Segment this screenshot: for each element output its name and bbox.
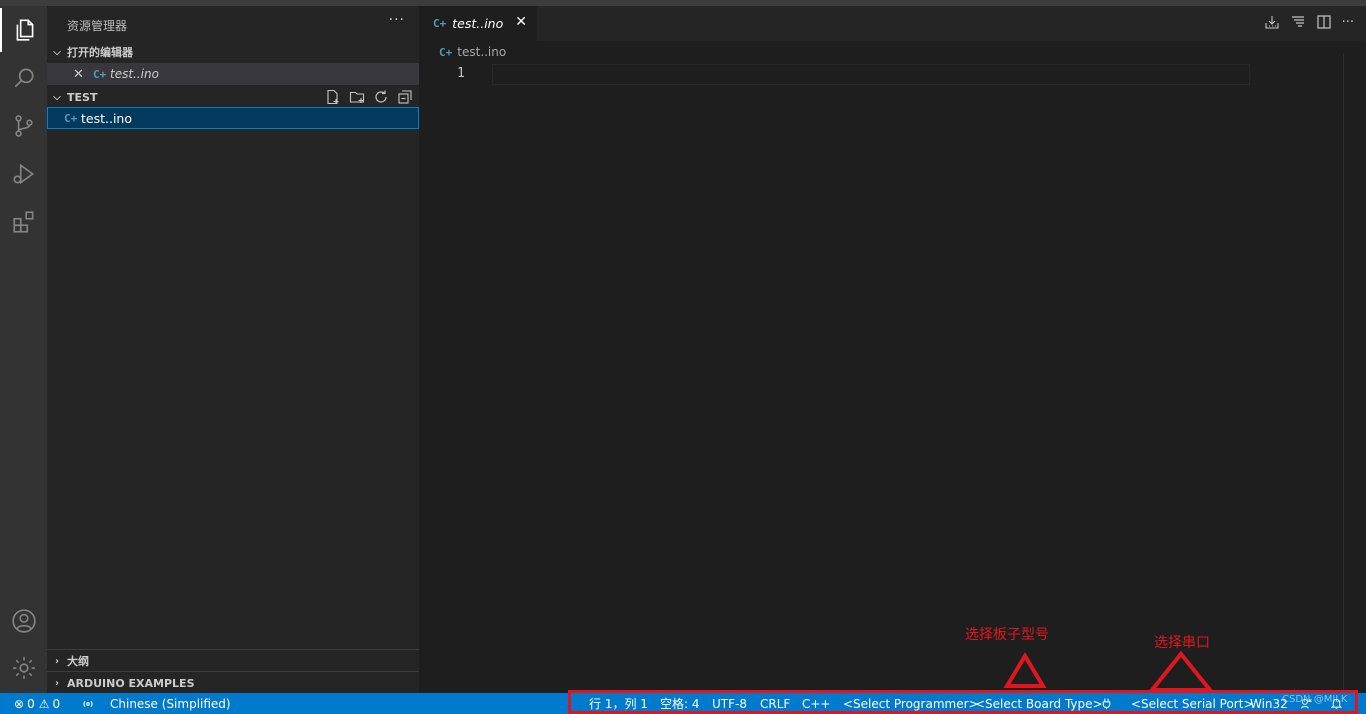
cpp-file-icon: C+ (93, 67, 107, 81)
open-editor-label: test..ino (110, 67, 159, 81)
arduino-examples-title: ARDUINO EXAMPLES (67, 676, 195, 690)
warning-count: 0 (52, 696, 61, 711)
workspace-title: TEST (67, 90, 98, 104)
language-mode[interactable]: C++ (802, 693, 831, 714)
broadcast-icon[interactable] (81, 693, 95, 714)
arduino-examples-header[interactable]: › ARDUINO EXAMPLES (47, 672, 419, 694)
vscode-window: 资源管理器 ··· ⌵ 打开的编辑器 ✕ C+ test..ino ⌵ TEST… (0, 0, 1366, 714)
new-file-icon[interactable] (325, 89, 341, 105)
workspace-header[interactable]: ⌵ TEST (47, 86, 419, 108)
split-editor-icon[interactable] (1316, 14, 1332, 30)
chevron-down-icon: ⌵ (53, 91, 61, 103)
chevron-right-icon: › (54, 655, 60, 667)
cursor-position[interactable]: 行 1，列 1 (589, 693, 648, 714)
problems-indicator[interactable]: ⊗ 0 ⚠ 0 (14, 693, 60, 714)
outline-header[interactable]: › 大纲 (47, 650, 419, 672)
editor-group: C+ test..ino ✕ ··· C+ test..ino 1 (419, 6, 1366, 693)
cpp-file-icon: C+ (64, 111, 78, 125)
language-pack-status[interactable]: Chinese (Simplified) (110, 693, 231, 714)
editor-more-button[interactable]: ··· (1342, 15, 1354, 30)
sidebar-more-button[interactable]: ··· (389, 12, 405, 28)
outline-title: 大纲 (67, 655, 89, 668)
explorer-icon[interactable] (0, 8, 47, 52)
tab-bar: C+ test..ino ✕ ··· (419, 6, 1366, 41)
breadcrumb-file[interactable]: test..ino (457, 45, 506, 59)
new-folder-icon[interactable] (349, 89, 365, 105)
serial-monitor-icon[interactable] (1290, 14, 1306, 30)
sidebar-title: 资源管理器 (67, 19, 128, 33)
open-editors-header[interactable]: ⌵ 打开的编辑器 (47, 41, 419, 63)
error-count: 0 (27, 696, 35, 711)
select-board-button[interactable]: <Select Board Type> (975, 693, 1103, 714)
warning-icon: ⚠ (38, 696, 50, 711)
file-tree-label: test..ino (81, 110, 132, 126)
close-icon[interactable]: ✕ (515, 14, 527, 30)
run-debug-icon[interactable] (0, 152, 47, 196)
source-control-icon[interactable] (0, 104, 47, 148)
code-editor-line[interactable] (492, 64, 1250, 85)
upload-icon[interactable] (1264, 14, 1280, 30)
watermark: CSDN @MILK (1282, 694, 1348, 705)
cpp-file-icon: C+ (433, 17, 447, 30)
close-icon[interactable]: ✕ (73, 67, 84, 82)
search-icon[interactable] (0, 56, 47, 100)
eol-status[interactable]: CRLF (760, 693, 790, 714)
status-bar: ⊗ 0 ⚠ 0 Chinese (Simplified) 行 1，列 1 空格:… (0, 693, 1366, 714)
line-number: 1 (457, 66, 465, 81)
refresh-icon[interactable] (373, 89, 389, 105)
extensions-icon[interactable] (0, 200, 47, 244)
encoding-status[interactable]: UTF-8 (712, 693, 747, 714)
annotation-board-label: 选择板子型号 (965, 627, 1049, 643)
editor-actions: ··· (1264, 14, 1354, 30)
editor-scrollbar[interactable] (1343, 54, 1344, 693)
plug-icon[interactable] (1100, 693, 1113, 714)
workspace-actions (325, 86, 413, 108)
open-editors-title: 打开的编辑器 (67, 46, 133, 59)
account-icon[interactable] (0, 599, 47, 643)
annotation-port-label: 选择串口 (1154, 635, 1210, 651)
chevron-down-icon: ⌵ (53, 46, 61, 58)
cpp-file-icon: C+ (439, 45, 453, 59)
activity-bar (0, 6, 47, 693)
select-serial-port-button[interactable]: <Select Serial Port> (1131, 693, 1254, 714)
tab-test-ino[interactable]: C+ test..ino ✕ (419, 6, 537, 41)
settings-gear-icon[interactable] (0, 646, 47, 690)
select-programmer-button[interactable]: <Select Programmer> (843, 693, 979, 714)
annotation-arrow (1148, 650, 1214, 692)
chevron-right-icon: › (54, 677, 60, 689)
error-icon: ⊗ (14, 696, 25, 711)
annotation-arrow (1003, 652, 1047, 688)
collapse-all-icon[interactable] (397, 89, 413, 105)
tab-label: test..ino (452, 16, 504, 31)
indentation-status[interactable]: 空格: 4 (660, 693, 700, 714)
file-tree-item[interactable]: C+ test..ino (47, 107, 419, 129)
explorer-sidebar: 资源管理器 ··· ⌵ 打开的编辑器 ✕ C+ test..ino ⌵ TEST… (47, 6, 419, 693)
open-editor-item[interactable]: ✕ C+ test..ino (47, 63, 419, 85)
breadcrumb[interactable]: C+ test..ino (439, 45, 506, 59)
